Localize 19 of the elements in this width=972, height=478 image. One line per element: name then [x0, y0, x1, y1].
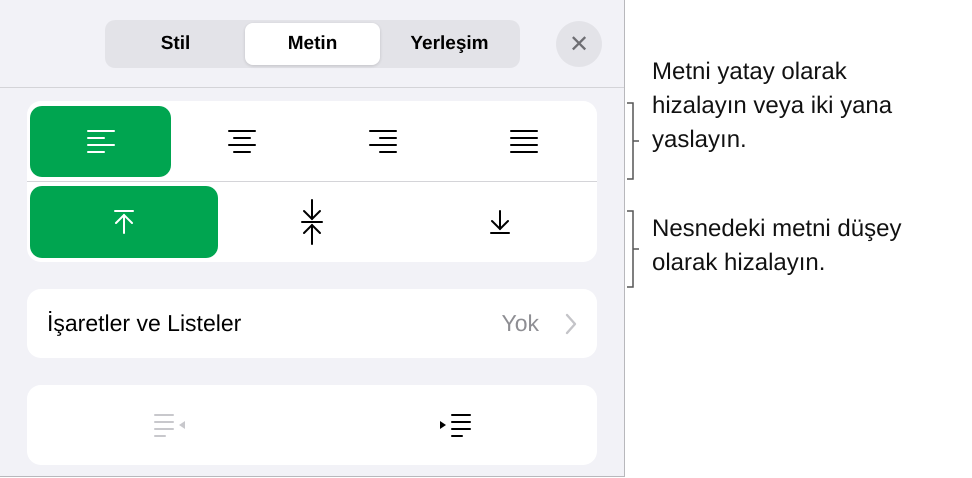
align-top-button[interactable]	[30, 186, 218, 258]
callout-text: Nesnedeki metni düşey olarak hizalayın.	[652, 214, 902, 278]
align-left-button[interactable]	[30, 106, 171, 176]
align-right-icon	[368, 129, 396, 153]
align-bottom-icon	[489, 209, 511, 235]
row-label: İşaretler ve Listeler	[47, 310, 242, 337]
row-value: Yok	[501, 310, 539, 337]
tab[interactable]: Yerleşim	[382, 22, 517, 64]
close-button[interactable]: ✕	[556, 20, 602, 66]
align-center-icon	[228, 129, 256, 153]
align-middle-icon	[301, 199, 323, 245]
align-justify-icon	[510, 129, 538, 153]
align-top-icon	[113, 209, 135, 235]
bullets-row[interactable]: İşaretler ve Listeler Yok	[27, 289, 597, 358]
callout-text: Metni yatay olarak hizalayın veya iki yana yaslayın.	[652, 57, 894, 155]
align-left-icon	[86, 129, 114, 153]
tab[interactable]: Metin	[245, 22, 380, 64]
chevron-icon	[565, 312, 577, 334]
tab[interactable]: Stil	[108, 22, 243, 64]
